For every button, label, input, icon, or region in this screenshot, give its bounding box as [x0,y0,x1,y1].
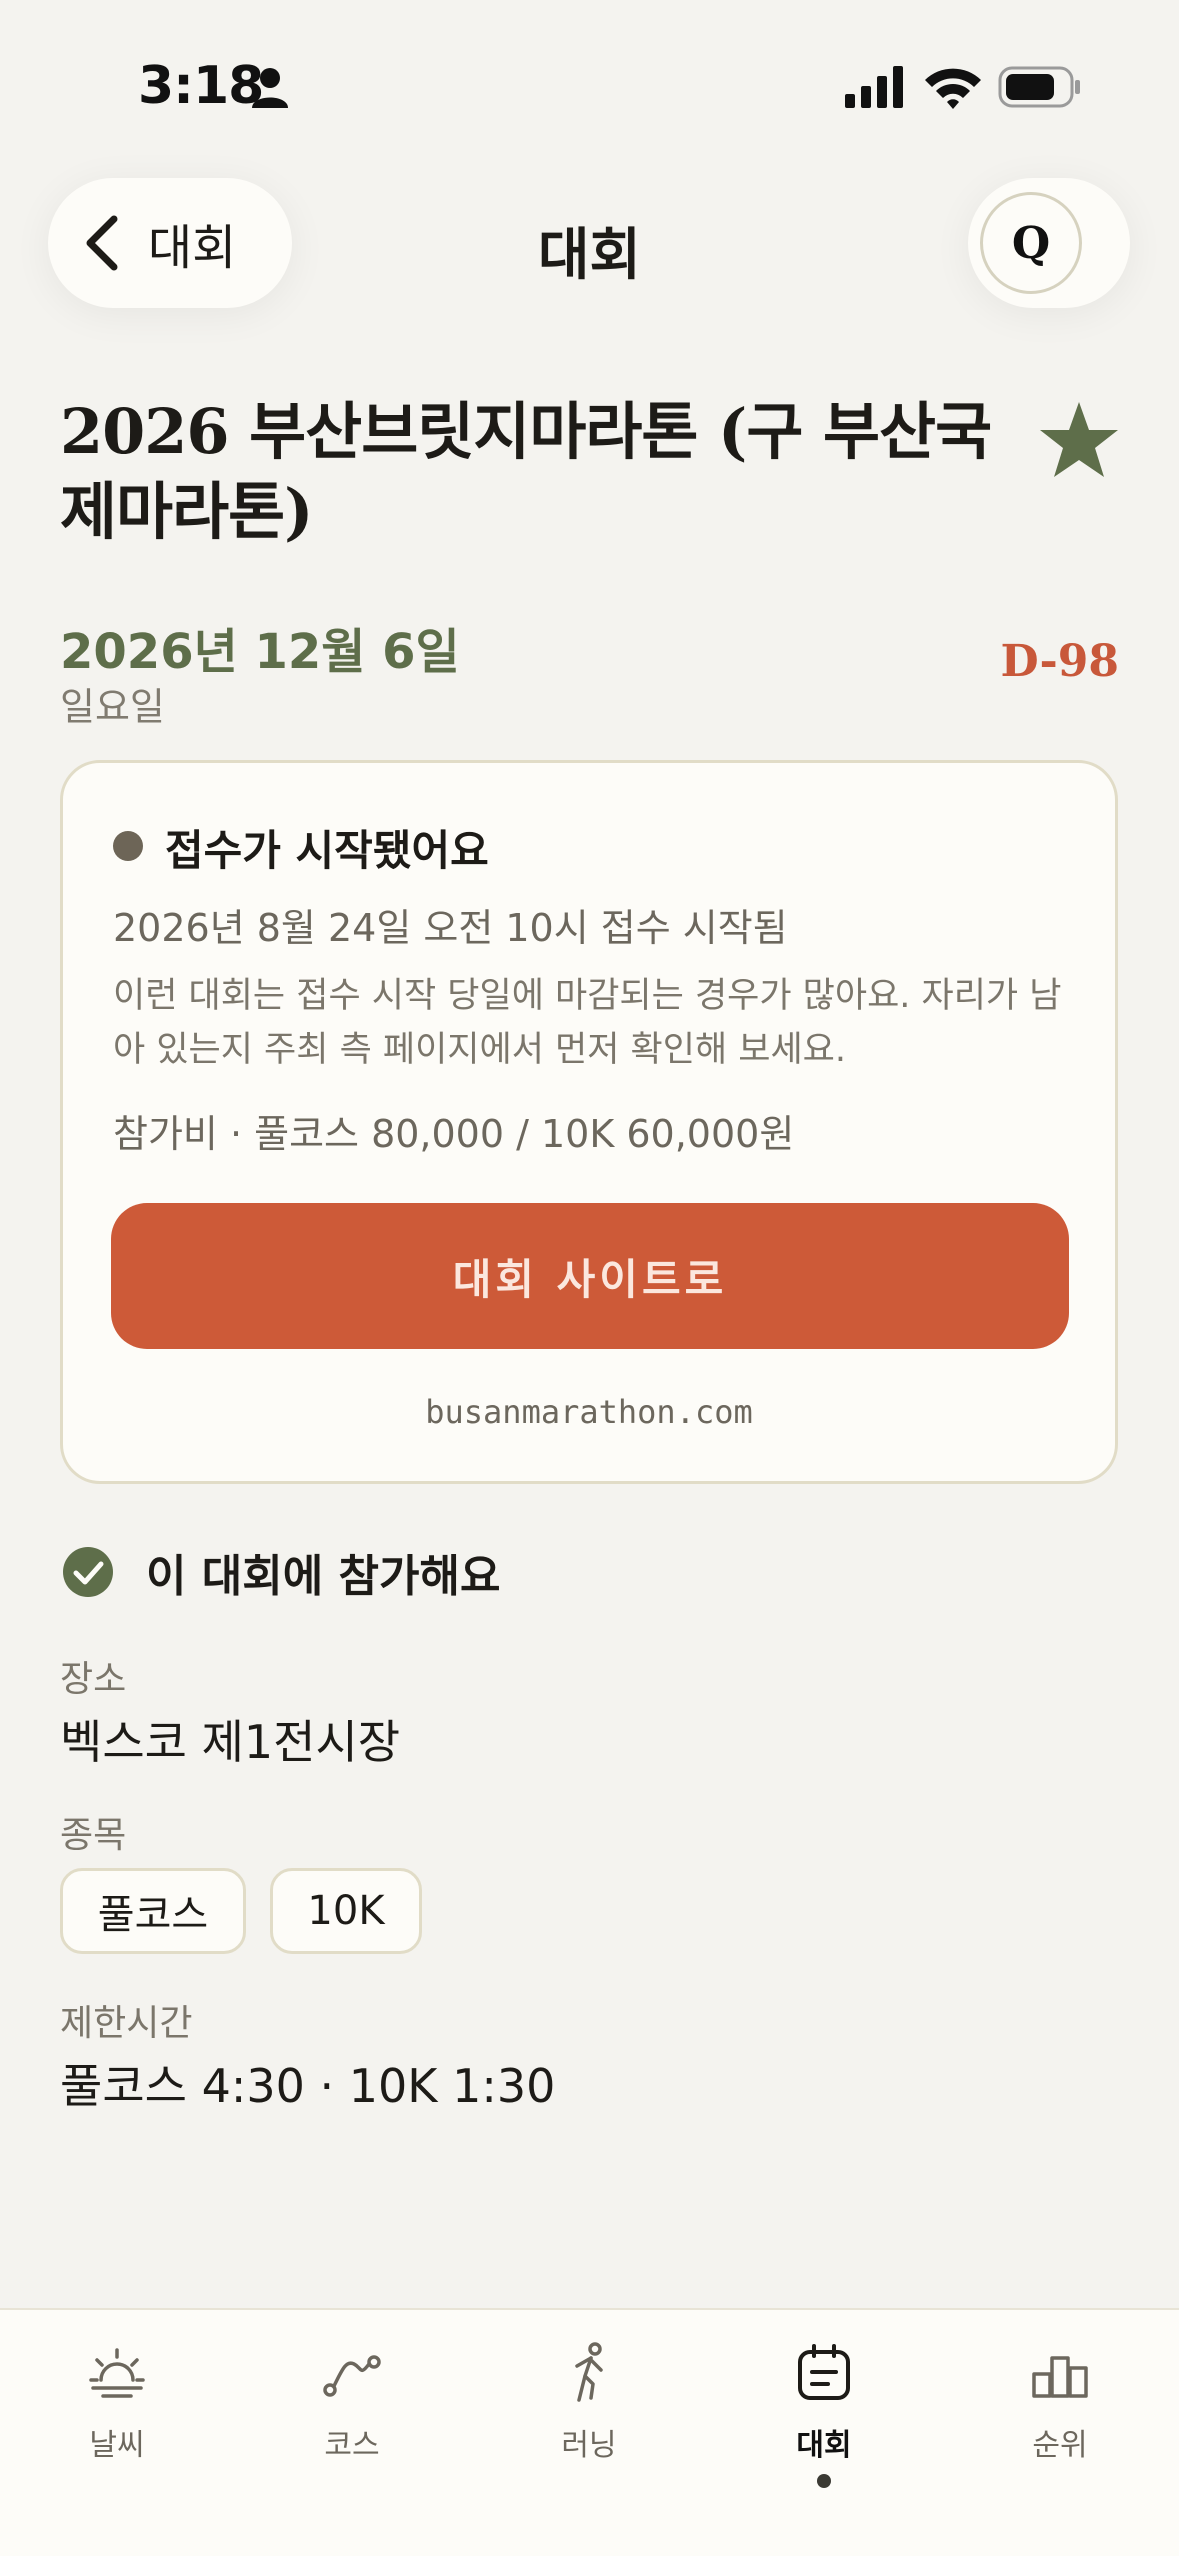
check-circle-icon [63,1547,113,1597]
site-url-link[interactable]: busanmarathon.com [63,1393,1115,1431]
time-limit-value: 풀코스 4:30 · 10K 1:30 [60,2059,556,2113]
route-icon [323,2355,381,2397]
tab-ranking[interactable]: 순위 [960,2340,1160,2500]
profile-button[interactable]: Q [968,178,1130,308]
tab-course[interactable]: 코스 [252,2340,452,2500]
registration-fee: 참가비 · 풀코스 80,000 / 10K 60,000원 [113,1112,795,1156]
participate-toggle[interactable]: 이 대회에 참가해요 [62,1540,500,1604]
tab-running-label: 러닝 [561,2428,617,2463]
tab-races-label: 대회 [796,2428,852,2463]
tab-running[interactable]: 러닝 [489,2340,689,2500]
event-weekday: 일요일 [60,685,165,729]
tab-ranking-label: 순위 [1032,2428,1088,2463]
event-date: 2026년 12월 6일 [60,624,460,680]
participate-label: 이 대회에 참가해요 [146,1551,501,1602]
cellular-signal-icon [845,66,903,108]
active-indicator [817,2474,831,2488]
venue-value: 벡스코 제1전시장 [60,1715,401,1769]
dday-badge: D-98 [1000,636,1119,687]
race-detail-screen: 3:18 대회 대회 Q 2026 부산브릿지마라톤 (구 부산국제마라톤) 2… [0,0,1179,2556]
event-chip-10k[interactable]: 10K [270,1868,422,1954]
runner-icon [575,2342,603,2402]
status-time: 3:18 [138,56,264,116]
wifi-icon [925,68,981,109]
podium-icon [1032,2356,1088,2398]
tab-bar: 날씨 코스 러닝 대회 순위 [0,2308,1179,2556]
star-icon[interactable] [1038,400,1120,480]
tab-weather-label: 날씨 [89,2428,145,2463]
person-icon [252,68,288,108]
events-label: 종목 [60,1815,127,1856]
time-limit-label: 제한시간 [60,2003,193,2044]
registration-card: 접수가 시작됐어요 2026년 8월 24일 오전 10시 접수 시작됨 이런 … [60,760,1118,1484]
calendar-icon [798,2344,850,2400]
tab-weather[interactable]: 날씨 [17,2340,217,2500]
avatar: Q [980,192,1082,294]
sun-icon [89,2348,145,2398]
registration-start-info: 2026년 8월 24일 오전 10시 접수 시작됨 [113,906,788,950]
venue-label: 장소 [60,1659,127,1700]
event-chip-full[interactable]: 풀코스 [60,1868,246,1954]
race-site-button[interactable]: 대회 사이트로 [111,1203,1069,1349]
event-title: 2026 부산브릿지마라톤 (구 부산국제마라톤) [60,395,992,548]
tab-course-label: 코스 [324,2428,380,2463]
tab-races[interactable]: 대회 [724,2340,924,2500]
registration-status: 접수가 시작됐어요 [165,826,489,875]
registration-notice: 이런 대회는 접수 시작 당일에 마감되는 경우가 많아요. 자리가 남아 있는… [113,976,1062,1070]
status-bar: 3:18 [0,0,1179,150]
battery-icon [998,66,1080,108]
status-dot-icon [113,831,143,861]
